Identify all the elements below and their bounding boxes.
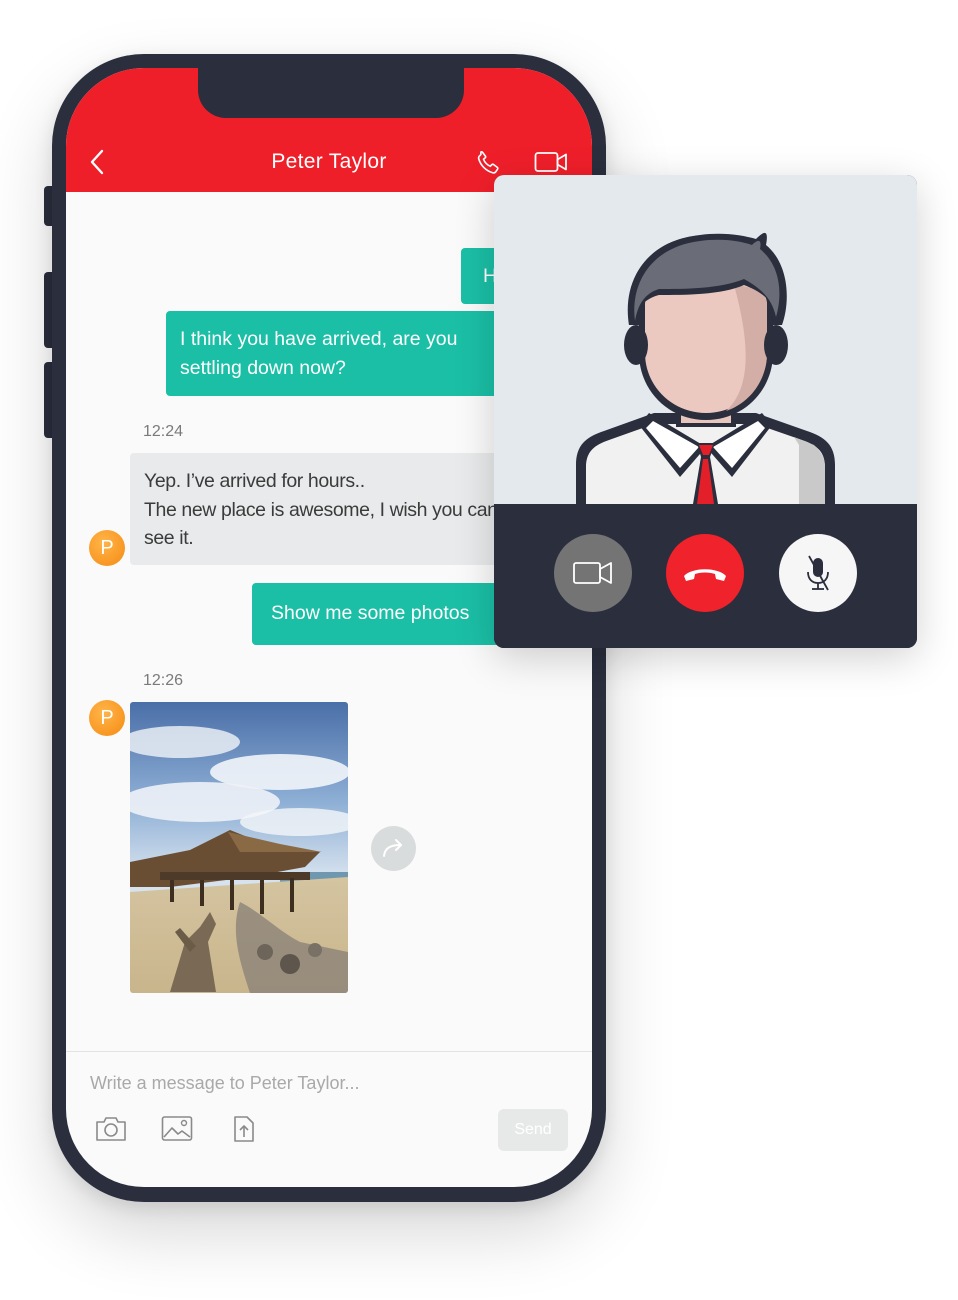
message-text: I think you have arrived, are you settli… [180,328,458,379]
image-icon [161,1116,193,1141]
call-controls [494,504,917,648]
camera-button[interactable] [95,1115,127,1148]
video-camera-icon [573,562,612,584]
message-timestamp: 12:24 [143,423,184,440]
contact-name: Peter Taylor [271,150,387,173]
phone-notch [198,68,464,118]
message-text: Show me some photos [271,602,470,624]
upload-button[interactable] [232,1115,256,1148]
camera-icon [96,1117,126,1141]
phone-icon [477,150,499,174]
composer-divider [66,1051,592,1052]
mute-button[interactable] [779,534,857,612]
beach-pier-photo[interactable] [130,702,348,993]
video-camera-icon [534,152,567,172]
end-call-button[interactable] [666,534,744,612]
photo-image [130,702,348,993]
chat-header: Peter Taylor [66,68,592,192]
businessman-avatar-icon [576,232,835,504]
caller-video [494,175,917,504]
avatar[interactable]: P [89,700,125,736]
microphone-off-icon [807,555,829,591]
toggle-video-button[interactable] [554,534,632,612]
message-timestamp: 12:26 [143,672,184,689]
gallery-button[interactable] [161,1115,193,1148]
avatar[interactable]: P [89,530,125,566]
upload-icon [234,1116,254,1142]
hang-up-icon [684,569,726,581]
share-arrow-icon [383,839,402,857]
video-call-window [494,175,917,648]
send-button[interactable]: Send [498,1109,568,1151]
message-input[interactable] [90,1068,490,1098]
share-button[interactable] [371,826,416,871]
